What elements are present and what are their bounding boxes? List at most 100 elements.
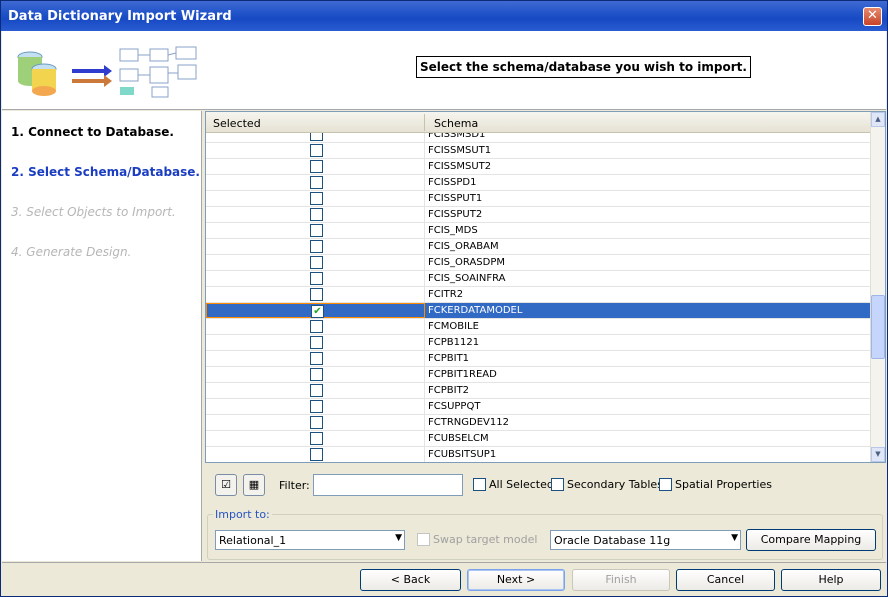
close-icon[interactable]: ✕ [863,7,882,26]
row-checkbox[interactable] [310,384,323,397]
table-row[interactable]: FCUBSITSUP1 [206,447,871,462]
filter-input[interactable] [313,474,463,496]
table-row[interactable]: FCIS_ORABAM [206,239,871,255]
grid-view-icon[interactable]: ▦ [243,474,265,496]
row-checkbox[interactable] [310,176,323,189]
target-model-select[interactable]: Relational_1 ▼ [215,530,405,550]
table-row[interactable]: FCSUPPQT [206,399,871,415]
table-row[interactable]: ✔ FCKERDATAMODEL [206,303,871,319]
scroll-thumb[interactable] [871,295,885,359]
selected-cell [206,415,425,430]
row-checkbox[interactable] [310,240,323,253]
scroll-up-icon[interactable]: ▲ [871,112,885,127]
table-row[interactable]: FCUBSELCM [206,431,871,447]
all-selected-label: All Selected [489,478,554,491]
selected-cell [206,175,425,190]
selected-cell [206,367,425,382]
compare-mapping-button[interactable]: Compare Mapping [746,529,876,551]
selected-cell [206,239,425,254]
row-checkbox[interactable] [310,256,323,269]
schema-name: FCUBSELCM [428,433,489,444]
row-checkbox[interactable] [310,400,323,413]
schema-name: FCISSPD1 [428,177,477,188]
vertical-scrollbar[interactable]: ▲ ▼ [870,112,885,462]
row-checkbox[interactable] [310,368,323,381]
selected-cell: ✔ [206,303,425,318]
wizard-footer: < Back Next > Finish Cancel Help [2,562,886,596]
table-row[interactable]: FCTRNGDEV112 [206,415,871,431]
schema-name: FCISSPUT2 [428,209,483,220]
selected-cell [206,191,425,206]
schema-name: FCTRNGDEV112 [428,417,509,428]
filter-panel: ☑ ▦ Filter: All Selected Secondary Table… [205,464,886,561]
table-row[interactable]: FCPBIT2 [206,383,871,399]
table-row[interactable]: FCPB1121 [206,335,871,351]
selected-cell [206,351,425,366]
schema-name: FCSUPPQT [428,401,481,412]
spatial-properties-checkbox[interactable]: Spatial Properties [659,478,772,491]
row-checkbox[interactable] [310,133,323,141]
row-checkbox[interactable] [310,432,323,445]
schema-name: FCKERDATAMODEL [428,305,523,316]
schema-name: FCPB1121 [428,337,480,348]
chevron-down-icon: ▼ [395,533,402,543]
database-diagram-icon [17,46,197,98]
row-checkbox[interactable] [310,336,323,349]
table-row[interactable]: FCITR2 [206,287,871,303]
table-row[interactable]: FCISSPD1 [206,175,871,191]
row-checkbox[interactable]: ✔ [311,305,324,318]
row-checkbox[interactable] [310,160,323,173]
column-selected[interactable]: Selected [213,117,261,130]
selected-cell [206,335,425,350]
table-row[interactable]: FCMOBILE [206,319,871,335]
cancel-button[interactable]: Cancel [676,569,775,591]
table-row[interactable]: FCISSMSUT2 [206,159,871,175]
select-all-icon[interactable]: ☑ [215,474,237,496]
wizard-steps: 1. Connect to Database. 2. Select Schema… [2,111,202,561]
database-version-select[interactable]: Oracle Database 11g ▼ [550,530,741,550]
row-checkbox[interactable] [310,288,323,301]
secondary-tables-checkbox[interactable]: Secondary Tables [551,478,663,491]
all-selected-checkbox[interactable]: All Selected [473,478,554,491]
selected-cell [206,399,425,414]
row-checkbox[interactable] [310,448,323,461]
table-row[interactable]: FCPBIT1 [206,351,871,367]
selected-cell [206,447,425,462]
row-checkbox[interactable] [310,320,323,333]
schema-name: FCPBIT1READ [428,369,497,380]
selected-cell [206,271,425,286]
table-row[interactable]: FCIS_ORASDPM [206,255,871,271]
next-button[interactable]: Next > [467,569,565,591]
column-schema[interactable]: Schema [434,117,478,130]
table-row[interactable]: FCISSMSUT1 [206,143,871,159]
table-row[interactable]: FCIS_SOAINFRA [206,271,871,287]
row-checkbox[interactable] [310,144,323,157]
spatial-properties-label: Spatial Properties [675,478,772,491]
row-checkbox[interactable] [310,352,323,365]
row-checkbox[interactable] [310,416,323,429]
table-row[interactable]: FCISSPUT2 [206,207,871,223]
schema-name: FCISSMSUT2 [428,161,492,172]
instruction-text: Select the schema/database you wish to i… [416,56,751,78]
schema-name: FCMOBILE [428,321,479,332]
step-connect[interactable]: 1. Connect to Database. [11,125,174,139]
back-button[interactable]: < Back [360,569,461,591]
row-checkbox[interactable] [310,192,323,205]
help-button[interactable]: Help [781,569,881,591]
row-checkbox[interactable] [310,208,323,221]
step-select-schema[interactable]: 2. Select Schema/Database. [11,165,200,179]
scroll-down-icon[interactable]: ▼ [871,447,885,462]
schema-name: FCISSMSUT1 [428,145,492,156]
selected-cell [206,431,425,446]
schema-name: FCITR2 [428,289,464,300]
table-body: FCISSMSD1 FCISSMSUT1 FCISSMSUT2 FCISSPD1 FCI… [206,133,871,462]
row-checkbox[interactable] [310,272,323,285]
table-row[interactable]: FCISSMSD1 [206,133,871,143]
table-row[interactable]: FCPBIT1READ [206,367,871,383]
title-bar: Data Dictionary Import Wizard ✕ [1,1,887,31]
selected-cell [206,207,425,222]
row-checkbox[interactable] [310,224,323,237]
import-to-group: Import to: Relational_1 ▼ Swap target mod… [207,508,883,560]
table-row[interactable]: FCIS_MDS [206,223,871,239]
table-row[interactable]: FCISSPUT1 [206,191,871,207]
